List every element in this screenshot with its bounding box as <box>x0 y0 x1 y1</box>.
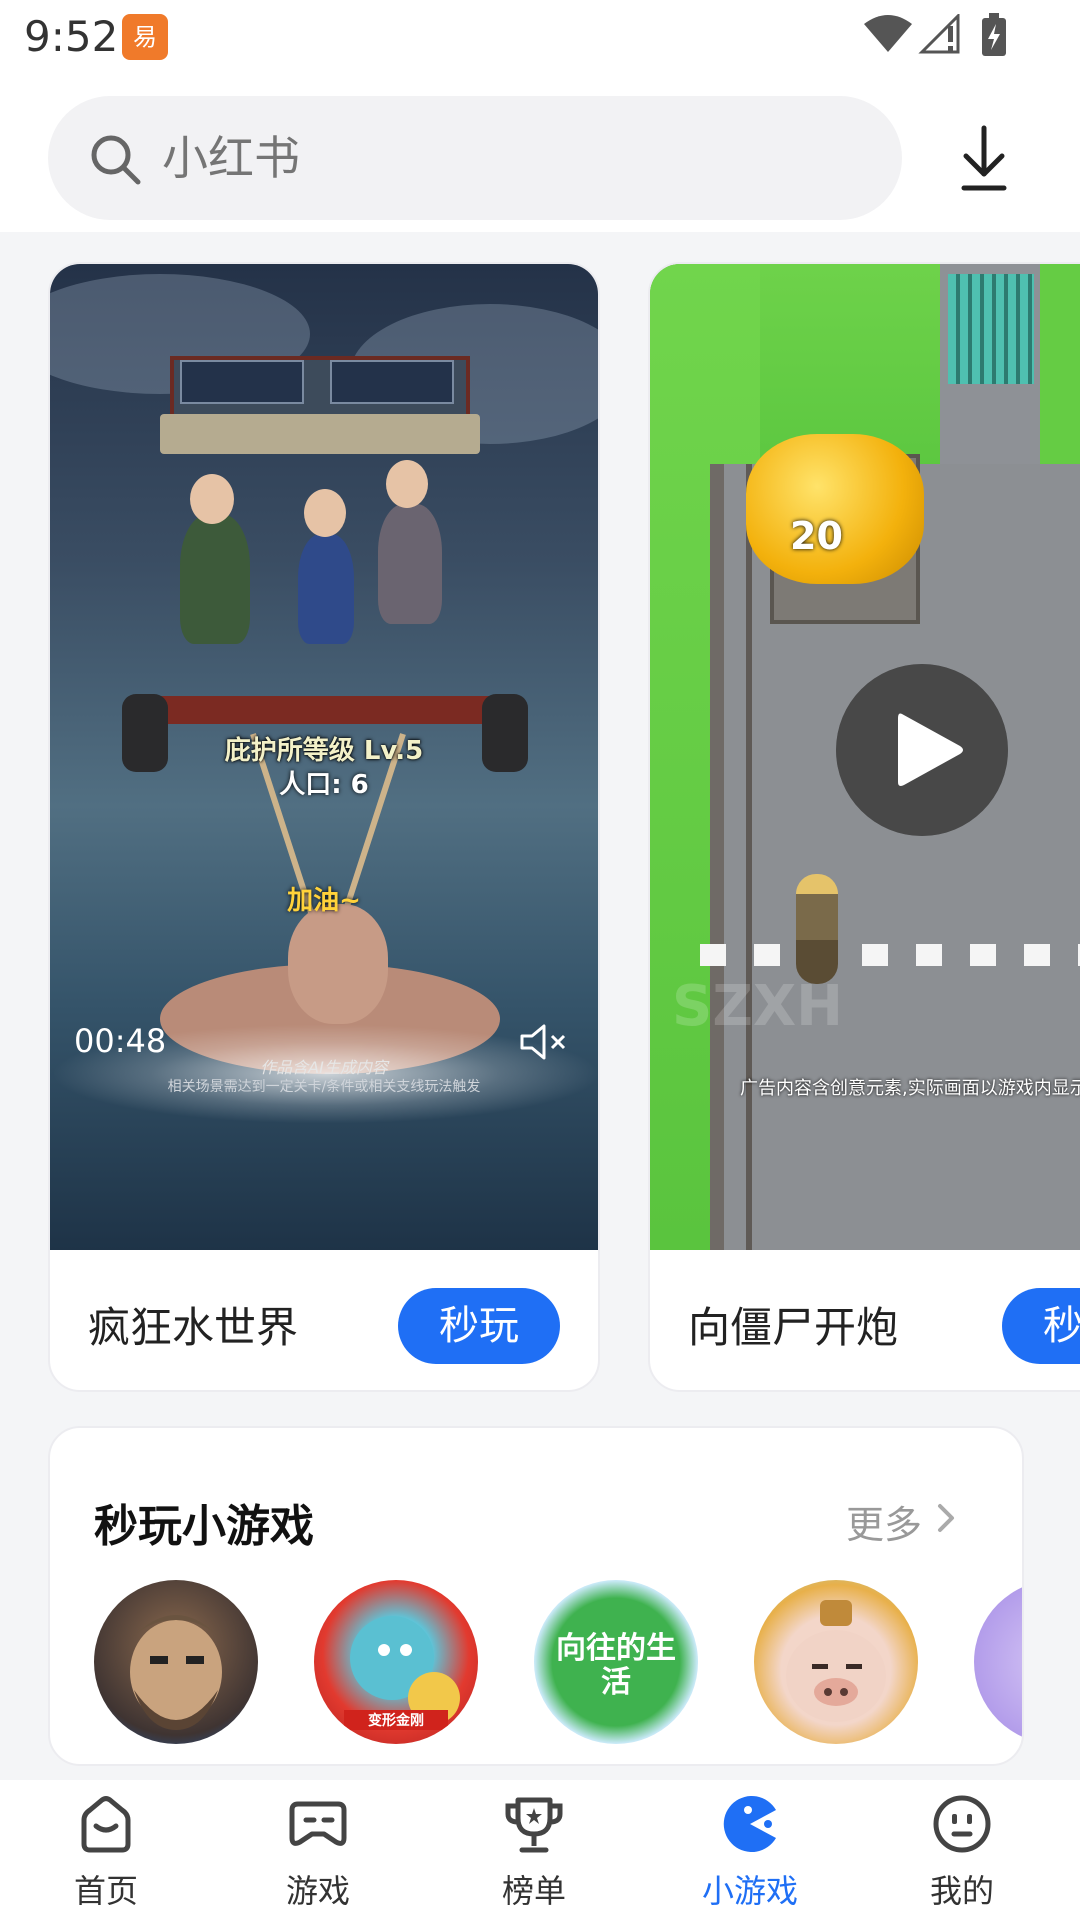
game-icon-text: 向往的生活 <box>556 1631 676 1700</box>
nav-label: 我的 <box>929 1872 994 1910</box>
search-bar[interactable] <box>48 96 902 220</box>
game-icon-row: 变形金刚 向往的生活 挂机 <box>94 1580 1022 1764</box>
game-title: 疯狂水世界 <box>88 1303 299 1352</box>
golden-tank <box>746 434 924 584</box>
game-title: 向僵尸开炮 <box>688 1303 899 1352</box>
overlay-population-text: 人口: 6 <box>279 770 369 800</box>
overlay-level-text: 庇护所等级 Lv.5 <box>224 736 424 766</box>
game-video-card[interactable]: 20 SZXH 广告内容含创意元素,实际画面以游戏内显示 向僵尸开炮 秒玩 <box>648 262 1080 1392</box>
zombie-crowd <box>948 274 1034 384</box>
ai-content-subnote: 相关场景需达到一定关卡/条件或相关支线玩法触发 <box>167 1079 481 1095</box>
mini-games-section: 秒玩小游戏 更多 变形金刚 向往的生活 <box>48 1426 1024 1766</box>
signal-icon <box>918 14 960 54</box>
transformers-game-icon[interactable]: 变形金刚 <box>314 1580 478 1744</box>
game-icon-text: 变形金刚 <box>368 1713 424 1729</box>
search-icon <box>91 135 141 185</box>
app-notification-icon: 易 <box>122 14 168 60</box>
nav-label: 首页 <box>73 1872 138 1910</box>
app-screen: 9:52 易 小红书 庇护所等级 Lv.5 人口: 6 加油~ 00:48 作品… <box>0 0 1080 1920</box>
nav-label: 小游戏 <box>701 1872 798 1910</box>
raft-base <box>140 696 500 724</box>
nav-label: 游戏 <box>285 1872 350 1910</box>
nav-item-profile[interactable]: 我的 <box>882 1780 1042 1920</box>
play-icon[interactable] <box>836 664 1008 836</box>
video-preview[interactable]: 庇护所等级 Lv.5 人口: 6 加油~ 00:48 作品含AI生成内容 相关场… <box>50 264 598 1250</box>
home-icon <box>81 1796 131 1853</box>
watermark: SZXH <box>672 974 843 1039</box>
soldier <box>796 874 838 984</box>
instant-play-button[interactable]: 秒玩 <box>1002 1288 1080 1364</box>
pig-monk-game-icon[interactable] <box>754 1580 918 1744</box>
game-icon-text: 挂机 <box>974 1620 1022 1652</box>
card-footer: 疯狂水世界 秒玩 <box>50 1250 598 1390</box>
more-link[interactable]: 更多 <box>846 1494 922 1549</box>
swimmer-head <box>288 904 388 1024</box>
ad-disclaimer: 广告内容含创意元素,实际画面以游戏内显示 <box>740 1078 1080 1099</box>
purple-game-icon[interactable]: 挂机 <box>974 1580 1022 1744</box>
bottom-nav: 首页 游戏 榜单 小游戏 我的 <box>0 1780 1080 1920</box>
chevron-right-icon[interactable] <box>936 1502 958 1534</box>
battery-charging-icon <box>982 13 1006 56</box>
profile-icon <box>933 1795 991 1853</box>
status-bar: 9:52 易 <box>0 0 1080 76</box>
download-icon[interactable] <box>960 124 1008 192</box>
raft-awning <box>160 414 480 454</box>
nav-label: 榜单 <box>501 1872 566 1910</box>
nav-item-home[interactable]: 首页 <box>26 1780 186 1920</box>
overlay-cheer-text: 加油~ <box>287 886 361 916</box>
caveman-game-icon[interactable] <box>94 1580 258 1744</box>
search-input[interactable] <box>162 120 862 196</box>
instant-play-button[interactable]: 秒玩 <box>398 1288 560 1364</box>
gamepad-icon <box>289 1801 347 1846</box>
nav-item-mini-games[interactable]: 小游戏 <box>670 1780 830 1920</box>
section-title: 秒玩小游戏 <box>94 1501 314 1552</box>
trophy-icon <box>505 1797 563 1853</box>
nav-item-games[interactable]: 游戏 <box>238 1780 398 1920</box>
ai-content-note: 作品含AI生成内容 <box>260 1058 388 1077</box>
header <box>0 76 1080 232</box>
status-time: 9:52 <box>24 12 119 61</box>
tank-number: 20 <box>790 514 843 558</box>
card-footer: 向僵尸开炮 秒玩 <box>650 1250 1080 1390</box>
wifi-icon <box>864 15 912 52</box>
life-game-icon[interactable]: 向往的生活 <box>534 1580 698 1744</box>
pacman-icon <box>723 1796 776 1852</box>
nav-item-rankings[interactable]: 榜单 <box>454 1780 614 1920</box>
video-preview[interactable]: 20 SZXH 广告内容含创意元素,实际画面以游戏内显示 <box>650 264 1080 1250</box>
game-video-card[interactable]: 庇护所等级 Lv.5 人口: 6 加油~ 00:48 作品含AI生成内容 相关场… <box>48 262 600 1392</box>
